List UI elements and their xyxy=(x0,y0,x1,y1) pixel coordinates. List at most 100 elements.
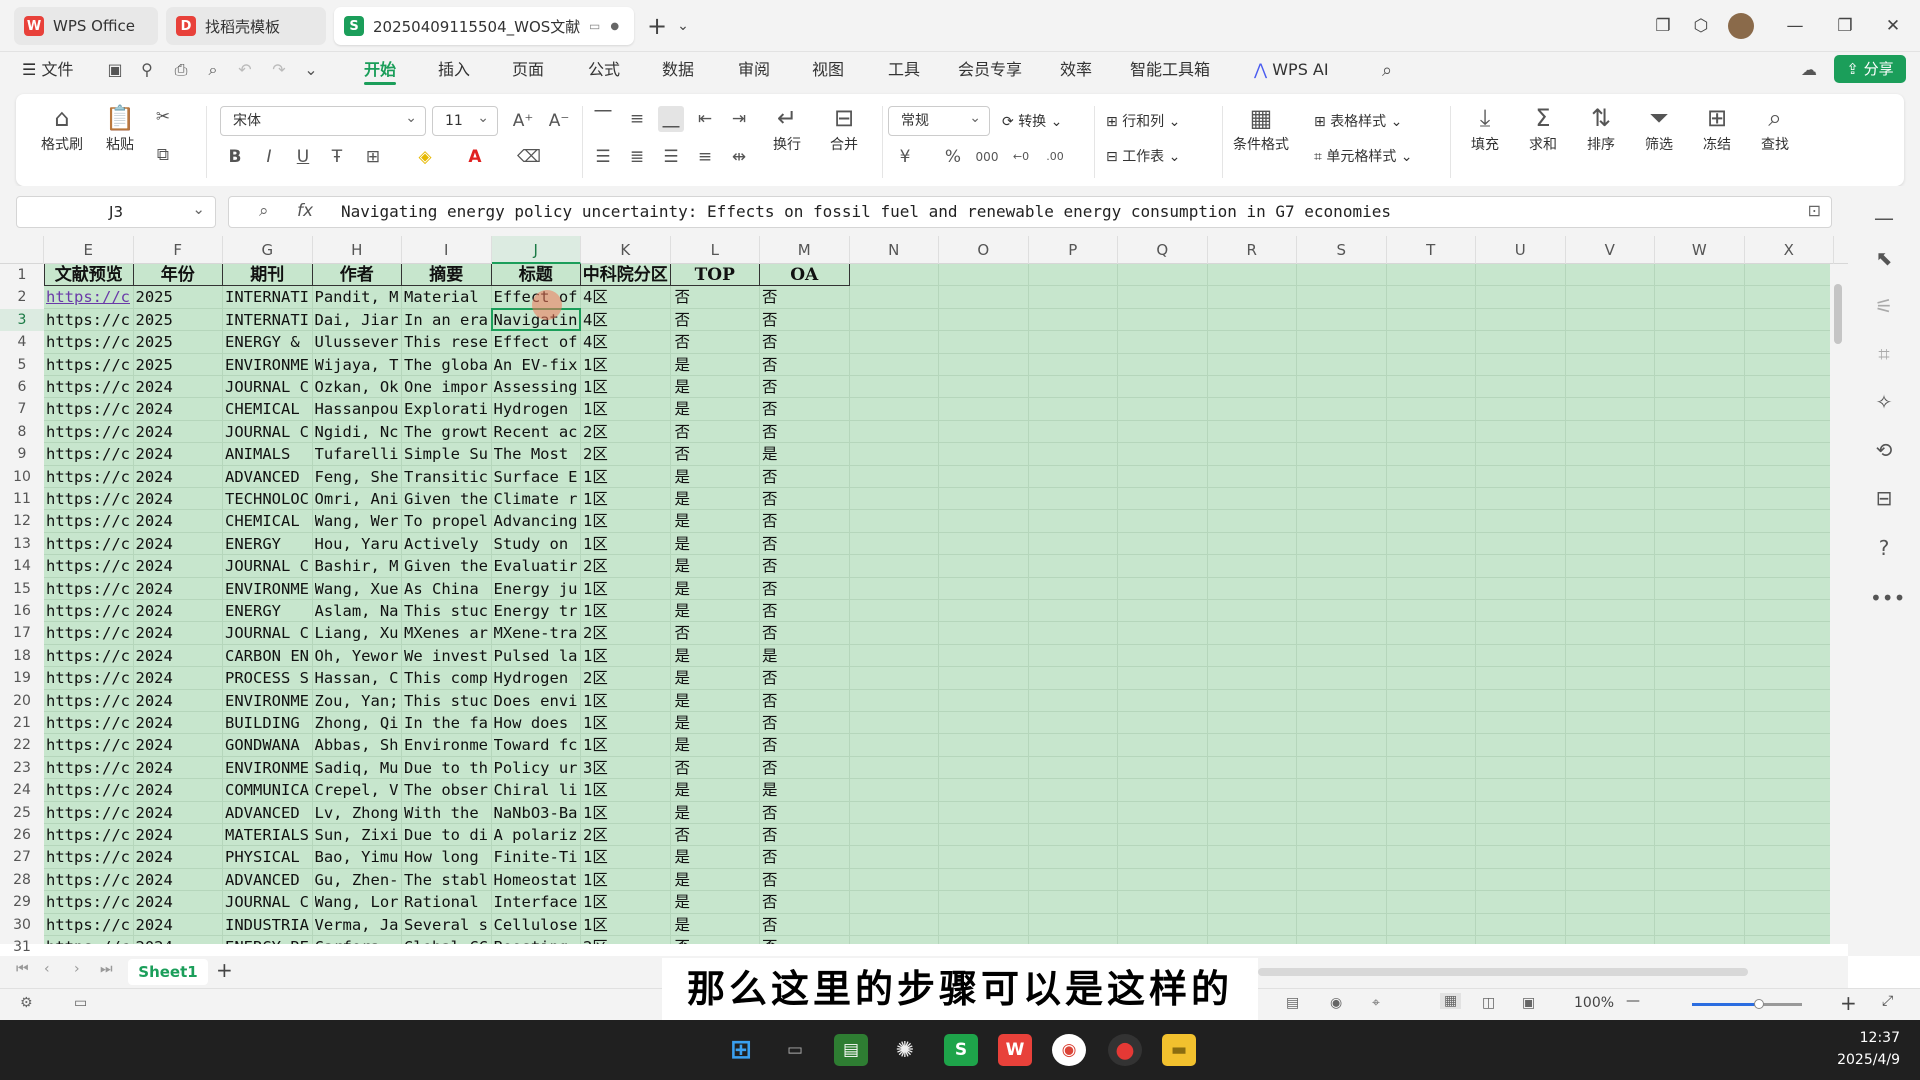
cell[interactable]: https://c xyxy=(46,712,134,734)
number-format-select[interactable]: 常规 xyxy=(888,104,990,136)
cell[interactable]: An EV-fix xyxy=(494,354,582,376)
cell[interactable]: 2025 xyxy=(136,354,224,376)
header-cell[interactable]: 摘要 xyxy=(402,264,492,287)
share-button[interactable]: ⇪ 分享 xyxy=(1834,55,1906,83)
cell[interactable]: 1区 xyxy=(583,802,669,824)
cell[interactable]: Advancing xyxy=(494,510,582,532)
cell[interactable]: 是 xyxy=(673,690,759,712)
header-cell[interactable]: 年份 xyxy=(133,264,223,287)
cell[interactable]: 2024 xyxy=(136,555,224,577)
cell[interactable]: Global CC xyxy=(404,936,492,944)
cell[interactable]: https://c xyxy=(46,802,134,824)
cell[interactable]: INTERNATI xyxy=(225,286,313,308)
cell[interactable]: ENERGY xyxy=(225,600,313,622)
align-bottom-icon[interactable]: ⎽ xyxy=(658,106,684,132)
cell[interactable]: 2024 xyxy=(136,802,224,824)
collapse-panel-icon[interactable]: — xyxy=(1870,206,1898,234)
cell[interactable]: 2024 xyxy=(136,757,224,779)
column-header[interactable]: T xyxy=(1387,236,1476,264)
cell[interactable]: 2024 xyxy=(136,398,224,420)
cell[interactable]: ENVIRONME xyxy=(225,757,313,779)
column-header[interactable]: N xyxy=(850,236,939,264)
cell[interactable]: https://c xyxy=(46,555,134,577)
adjust-icon[interactable]: ⚟ xyxy=(1870,294,1898,322)
minimize-icon[interactable]: — xyxy=(1780,12,1810,40)
cell[interactable]: In the fa xyxy=(404,712,492,734)
column-header[interactable]: I xyxy=(402,236,492,264)
cell[interactable]: This stuc xyxy=(404,690,492,712)
screen-recorder-icon[interactable]: ● xyxy=(1108,1034,1142,1066)
cell[interactable]: https://c xyxy=(46,443,134,465)
row-header[interactable]: 23 xyxy=(0,757,44,779)
cell[interactable]: Given the xyxy=(404,488,492,510)
cell[interactable]: Due to th xyxy=(404,757,492,779)
save-icon[interactable]: ▣ xyxy=(104,60,126,80)
align-middle-icon[interactable]: ≡ xyxy=(624,106,650,132)
row-header[interactable]: 16 xyxy=(0,600,44,622)
cell[interactable]: https://c xyxy=(46,824,134,846)
column-header[interactable]: J xyxy=(491,236,581,264)
cell[interactable]: 否 xyxy=(762,869,848,891)
cell[interactable]: Pandit, M xyxy=(315,286,403,308)
cell[interactable]: 4区 xyxy=(583,286,669,308)
font-color-icon[interactable]: A xyxy=(462,144,488,170)
cell[interactable]: 2024 xyxy=(136,488,224,510)
cell[interactable]: 1区 xyxy=(583,734,669,756)
row-header[interactable]: 29 xyxy=(0,891,44,913)
select-all-corner[interactable] xyxy=(0,236,44,264)
menu-member[interactable]: 会员专享 xyxy=(958,56,1022,84)
cell[interactable]: 1区 xyxy=(583,690,669,712)
cell[interactable]: Effect of xyxy=(494,331,582,353)
row-header[interactable]: 8 xyxy=(0,421,44,443)
cell[interactable]: https://c xyxy=(46,690,134,712)
cell[interactable]: 2区 xyxy=(583,555,669,577)
cell[interactable]: BUILDING xyxy=(225,712,313,734)
row-header[interactable]: 13 xyxy=(0,533,44,555)
chatgpt-icon[interactable]: ✺ xyxy=(888,1034,922,1066)
cell[interactable]: Finite-Ti xyxy=(494,846,582,868)
font-name-select[interactable]: 宋体 xyxy=(220,104,426,136)
fill-color-icon[interactable]: ◈ xyxy=(412,144,438,170)
row-header[interactable]: 12 xyxy=(0,510,44,532)
cell[interactable]: Energy ju xyxy=(494,578,582,600)
reading-mode-icon[interactable]: ▤ xyxy=(1286,995,1299,1011)
find-button[interactable]: ⌕ 查找 xyxy=(1748,102,1802,154)
cell[interactable]: 是 xyxy=(673,645,759,667)
header-cell[interactable]: OA xyxy=(760,264,850,287)
cell[interactable]: Chiral li xyxy=(494,779,582,801)
cell[interactable]: 否 xyxy=(762,824,848,846)
cell[interactable]: 是 xyxy=(673,398,759,420)
cell[interactable]: COMMUNICA xyxy=(225,779,313,801)
row-header[interactable]: 2 xyxy=(0,286,44,308)
tab-docer[interactable]: D 找稻壳模板 xyxy=(166,7,326,45)
cell[interactable]: https://c xyxy=(46,734,134,756)
cell[interactable]: 否 xyxy=(673,757,759,779)
cell[interactable]: https://c xyxy=(46,533,134,555)
cell[interactable]: ENVIRONME xyxy=(225,690,313,712)
justify-icon[interactable]: ≡ xyxy=(692,144,718,170)
page-break-icon[interactable]: ▣ xyxy=(1522,995,1535,1011)
tools-icon[interactable]: ✧ xyxy=(1870,390,1898,418)
cell[interactable]: PHYSICAL xyxy=(225,846,313,868)
cell[interactable]: 2区 xyxy=(583,622,669,644)
row-header[interactable]: 27 xyxy=(0,846,44,868)
cell[interactable]: https://c xyxy=(46,398,134,420)
cell[interactable]: 4区 xyxy=(583,331,669,353)
row-header[interactable]: 5 xyxy=(0,354,44,376)
cell[interactable]: 1区 xyxy=(583,914,669,936)
cell[interactable]: 否 xyxy=(762,936,848,944)
cell[interactable]: JOURNAL C xyxy=(225,555,313,577)
cell[interactable]: 2024 xyxy=(136,533,224,555)
macro-icon[interactable]: ⚙ xyxy=(20,995,33,1011)
cell[interactable]: MATERIALS xyxy=(225,824,313,846)
cell[interactable]: Ngidi, Nc xyxy=(315,421,403,443)
cell[interactable]: 2024 xyxy=(136,376,224,398)
currency-icon[interactable]: ¥ xyxy=(892,144,918,170)
sheet-tab-sheet1[interactable]: Sheet1 xyxy=(128,959,208,985)
cell[interactable]: 是 xyxy=(673,466,759,488)
cell[interactable]: ADVANCED xyxy=(225,802,313,824)
close-icon[interactable]: ✕ xyxy=(1878,12,1908,40)
cell[interactable]: 2024 xyxy=(136,936,224,944)
cell[interactable]: 否 xyxy=(673,309,759,331)
column-header[interactable]: G xyxy=(223,236,313,264)
